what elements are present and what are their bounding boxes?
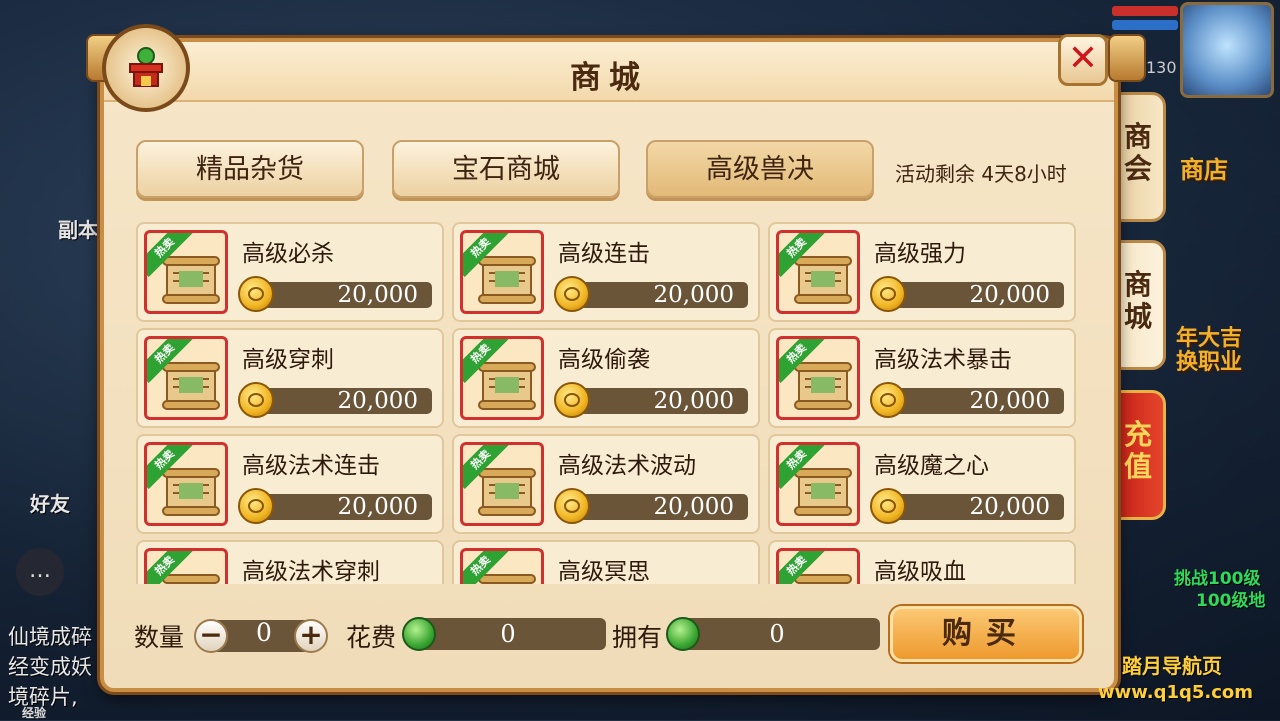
- skill-scroll-icon: 热卖: [776, 230, 860, 314]
- gold-coin-icon: [554, 382, 590, 418]
- chat-line: 经变成妖: [8, 655, 92, 679]
- item-name: 高级法术连击: [242, 453, 380, 479]
- shop-emblem-icon: [102, 24, 190, 112]
- shop-item-card[interactable]: 热卖 高级魔之心 20,000: [768, 434, 1076, 534]
- item-name: 高级法术波动: [558, 453, 696, 479]
- page-title: 商城: [570, 60, 648, 96]
- item-name: 高级连击: [558, 241, 650, 267]
- side-tab-guild[interactable]: 商会: [1110, 92, 1166, 222]
- panel-titlebar: 商城: [104, 42, 1114, 102]
- quantity-minus-button[interactable]: −: [194, 619, 228, 653]
- scroll-icon: [161, 357, 221, 413]
- close-button[interactable]: ✕: [1058, 34, 1108, 86]
- shop-item-card[interactable]: 热卖 高级偷袭 20,000: [452, 328, 760, 428]
- mp-bar: [1112, 20, 1178, 30]
- item-name: 高级冥思: [558, 559, 650, 584]
- shop-item-card[interactable]: 热卖 高级法术波动 20,000: [452, 434, 760, 534]
- gold-coin-icon: [870, 276, 906, 312]
- player-avatar[interactable]: [1180, 2, 1274, 98]
- shop-item-card[interactable]: 热卖 高级强力 20,000: [768, 222, 1076, 322]
- shop-item-card[interactable]: 热卖 高级法术连击 20,000: [136, 434, 444, 534]
- quantity-plus-button[interactable]: +: [294, 619, 328, 653]
- exp-label: 经验: [22, 706, 47, 720]
- gold-coin-icon: [870, 488, 906, 524]
- quantity-label: 数量: [134, 623, 185, 652]
- skill-scroll-icon: 热卖: [144, 548, 228, 584]
- challenge-text-line2[interactable]: 100级地: [1196, 586, 1266, 611]
- item-name: 高级强力: [874, 241, 966, 267]
- scroll-icon: [161, 463, 221, 519]
- shop-item-card[interactable]: 热卖 高级冥思: [452, 540, 760, 584]
- scroll-icon: [793, 357, 853, 413]
- shop-shortcut[interactable]: 商店: [1180, 150, 1228, 185]
- cost-label: 花费: [346, 623, 397, 652]
- shop-stall-icon: [129, 47, 163, 87]
- category-tab-general[interactable]: 精品杂货: [136, 140, 364, 198]
- hp-bar: [1112, 6, 1178, 16]
- gold-coin-icon: [870, 382, 906, 418]
- jade-currency-icon: [666, 617, 700, 651]
- owned-label: 拥有: [612, 623, 663, 652]
- chat-line: 仙境成碎: [8, 625, 92, 649]
- watermark-title: 踏月导航页: [1122, 654, 1222, 678]
- background-label-dungeon[interactable]: 副本: [58, 214, 98, 243]
- background-chat-log: 仙境成碎 经变成妖 境碎片,: [8, 622, 92, 712]
- scroll-icon: [793, 251, 853, 307]
- scroll-icon: [793, 463, 853, 519]
- side-tab-mall[interactable]: 商城: [1110, 240, 1166, 370]
- skill-scroll-icon: 热卖: [144, 442, 228, 526]
- shop-item-card[interactable]: 热卖 高级必杀 20,000: [136, 222, 444, 322]
- category-tab-pet-skills[interactable]: 高级兽决: [646, 140, 874, 198]
- quantity-value: 0: [256, 618, 272, 647]
- scroll-icon: [161, 251, 221, 307]
- shop-item-card[interactable]: 热卖 高级吸血: [768, 540, 1076, 584]
- gold-coin-icon: [238, 488, 274, 524]
- skill-scroll-icon: 热卖: [776, 442, 860, 526]
- scroll-icon: [477, 463, 537, 519]
- gold-coin-icon: [554, 488, 590, 524]
- side-tab-recharge[interactable]: 充值: [1110, 390, 1166, 520]
- chat-icon[interactable]: …: [16, 548, 64, 596]
- item-name: 高级穿刺: [242, 347, 334, 373]
- shop-item-card[interactable]: 热卖 高级连击 20,000: [452, 222, 760, 322]
- owned-value: 0: [674, 618, 880, 650]
- scroll-cap-right: [1108, 34, 1146, 82]
- purchase-bar: 数量 − 0 + 花费 0 拥有 0 购买: [100, 600, 1118, 674]
- gold-coin-icon: [554, 276, 590, 312]
- skill-scroll-icon: 热卖: [776, 336, 860, 420]
- category-tab-gems[interactable]: 宝石商城: [392, 140, 620, 198]
- event-countdown: 活动剩余 4天8小时: [895, 162, 1067, 186]
- buy-button[interactable]: 购买: [890, 606, 1082, 662]
- item-name: 高级偷袭: [558, 347, 650, 373]
- gold-coin-icon: [238, 382, 274, 418]
- skill-scroll-icon: 热卖: [460, 548, 544, 584]
- scroll-icon: [477, 251, 537, 307]
- item-name: 高级法术暴击: [874, 347, 1012, 373]
- shop-item-card[interactable]: 热卖 高级法术暴击 20,000: [768, 328, 1076, 428]
- cost-value: 0: [410, 618, 606, 650]
- background-label-friend[interactable]: 好友: [30, 488, 70, 517]
- skill-scroll-icon: 热卖: [460, 336, 544, 420]
- item-name: 高级法术穿刺: [242, 559, 380, 584]
- watermark-url: www.q1q5.com: [1098, 682, 1254, 703]
- item-name: 高级必杀: [242, 241, 334, 267]
- event-banner-line2[interactable]: 换职业: [1176, 344, 1242, 376]
- jade-currency-icon: [402, 617, 436, 651]
- chat-line: 境碎片,: [8, 685, 78, 709]
- shop-item-card[interactable]: 热卖 高级穿刺 20,000: [136, 328, 444, 428]
- close-icon: ✕: [1067, 38, 1099, 79]
- skill-scroll-icon: 热卖: [460, 230, 544, 314]
- scroll-icon: [477, 357, 537, 413]
- skill-scroll-icon: 热卖: [776, 548, 860, 584]
- skill-scroll-icon: 热卖: [144, 230, 228, 314]
- skill-scroll-icon: 热卖: [460, 442, 544, 526]
- item-grid[interactable]: 热卖 高级必杀 20,000 热卖 高级连击 20,000 热卖 高级强力 20,000 热卖 高级…: [136, 222, 1080, 584]
- skill-scroll-icon: 热卖: [144, 336, 228, 420]
- shop-item-card[interactable]: 热卖 高级法术穿刺: [136, 540, 444, 584]
- gold-coin-icon: [238, 276, 274, 312]
- item-name: 高级吸血: [874, 559, 966, 584]
- item-name: 高级魔之心: [874, 453, 989, 479]
- level-badge: 130: [1146, 58, 1177, 77]
